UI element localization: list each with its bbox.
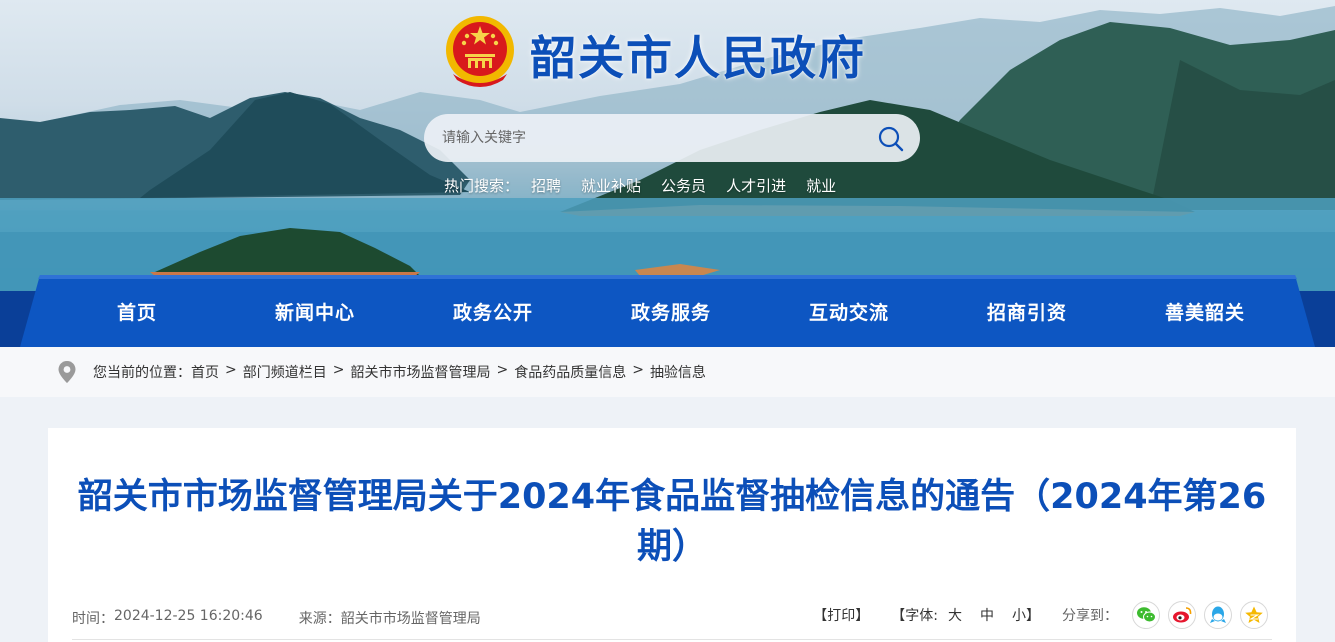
- hot-search: 热门搜索： 招聘 就业补贴 公务员 人才引进 就业: [444, 175, 856, 196]
- hot-search-label: 热门搜索：: [444, 177, 520, 195]
- nav-item-interaction[interactable]: 互动交流: [760, 275, 938, 347]
- breadcrumb-link[interactable]: 抽验信息: [650, 362, 706, 382]
- qzone-icon: [1245, 606, 1263, 623]
- breadcrumb-bar: 您当前的位置： 首页 > 部门频道栏目 > 韶关市市场监督管理局 > 食品药品质…: [0, 347, 1335, 397]
- breadcrumb-link[interactable]: 食品药品质量信息: [514, 362, 626, 382]
- breadcrumb-separator: >: [225, 362, 237, 378]
- breadcrumb: 您当前的位置： 首页 > 部门频道栏目 > 韶关市市场监督管理局 > 食品药品质…: [93, 362, 706, 382]
- breadcrumb-link[interactable]: 韶关市市场监督管理局: [350, 362, 490, 382]
- font-medium-button[interactable]: 中: [980, 605, 994, 625]
- nav-item-news[interactable]: 新闻中心: [226, 275, 404, 347]
- hot-search-link[interactable]: 就业: [806, 175, 836, 196]
- font-size-label: 【字体:: [891, 608, 938, 624]
- breadcrumb-separator: >: [332, 362, 345, 378]
- print-button[interactable]: 【打印】: [813, 605, 869, 625]
- breadcrumb-separator: >: [632, 362, 644, 378]
- font-large-button[interactable]: 大: [948, 605, 962, 625]
- share-label: 分享到：: [1062, 608, 1118, 624]
- search-input[interactable]: [442, 124, 862, 152]
- location-pin-icon: [58, 361, 76, 383]
- share-qq-button[interactable]: [1204, 601, 1232, 629]
- main-nav: 首页 新闻中心 政务公开 政务服务 互动交流 招商引资 善美韶关: [0, 275, 1335, 347]
- qq-icon: [1210, 606, 1226, 623]
- nav-item-shaoguan[interactable]: 善美韶关: [1116, 275, 1294, 347]
- search-icon[interactable]: [876, 124, 906, 154]
- breadcrumb-separator: >: [496, 362, 509, 378]
- publish-time: 2024-12-25 16:20:46: [114, 608, 263, 624]
- font-size-close: 】: [1026, 608, 1040, 624]
- time-label: 时间：: [72, 611, 114, 627]
- breadcrumb-link[interactable]: 部门频道栏目: [243, 362, 327, 382]
- article-meta: 时间： 2024-12-25 16:20:46 来源： 韶关市市场监督管理局: [72, 608, 481, 628]
- hot-search-link[interactable]: 就业补贴: [581, 175, 641, 196]
- wechat-icon: [1137, 607, 1156, 623]
- share-weibo-button[interactable]: [1168, 601, 1196, 629]
- nav-item-investment[interactable]: 招商引资: [938, 275, 1116, 347]
- article-card: 韶关市市场监督管理局关于2024年食品监督抽检信息的通告（2024年第26期） …: [48, 428, 1296, 642]
- share-qzone-button[interactable]: [1240, 601, 1268, 629]
- hot-search-link[interactable]: 公务员: [661, 175, 706, 196]
- hot-search-link[interactable]: 人才引进: [726, 175, 786, 196]
- meta-divider: [72, 639, 1272, 640]
- font-small-button[interactable]: 小: [1012, 605, 1026, 625]
- nav-item-gov-affairs[interactable]: 政务公开: [404, 275, 582, 347]
- share-wechat-button[interactable]: [1132, 601, 1160, 629]
- header-banner: 韶关市人民政府 热门搜索： 招聘 就业补贴 公务员 人才引进 就业: [0, 0, 1335, 300]
- article-title: 韶关市市场监督管理局关于2024年食品监督抽检信息的通告（2024年第26期）: [77, 477, 1267, 567]
- hot-search-link[interactable]: 招聘: [531, 175, 561, 196]
- nav-item-gov-services[interactable]: 政务服务: [582, 275, 760, 347]
- article-source: 韶关市市场监督管理局: [340, 611, 481, 627]
- article-tools: 【打印】 【字体: 大 中 小 】 分享到：: [813, 600, 1268, 630]
- nav-item-home[interactable]: 首页: [48, 275, 226, 347]
- national-emblem-logo: [446, 16, 514, 87]
- breadcrumb-link[interactable]: 首页: [191, 362, 219, 382]
- search-box: [424, 114, 920, 162]
- breadcrumb-prefix: 您当前的位置：: [93, 365, 191, 381]
- source-label: 来源：: [298, 611, 341, 627]
- site-title: 韶关市人民政府: [530, 31, 866, 85]
- weibo-icon: [1173, 607, 1192, 623]
